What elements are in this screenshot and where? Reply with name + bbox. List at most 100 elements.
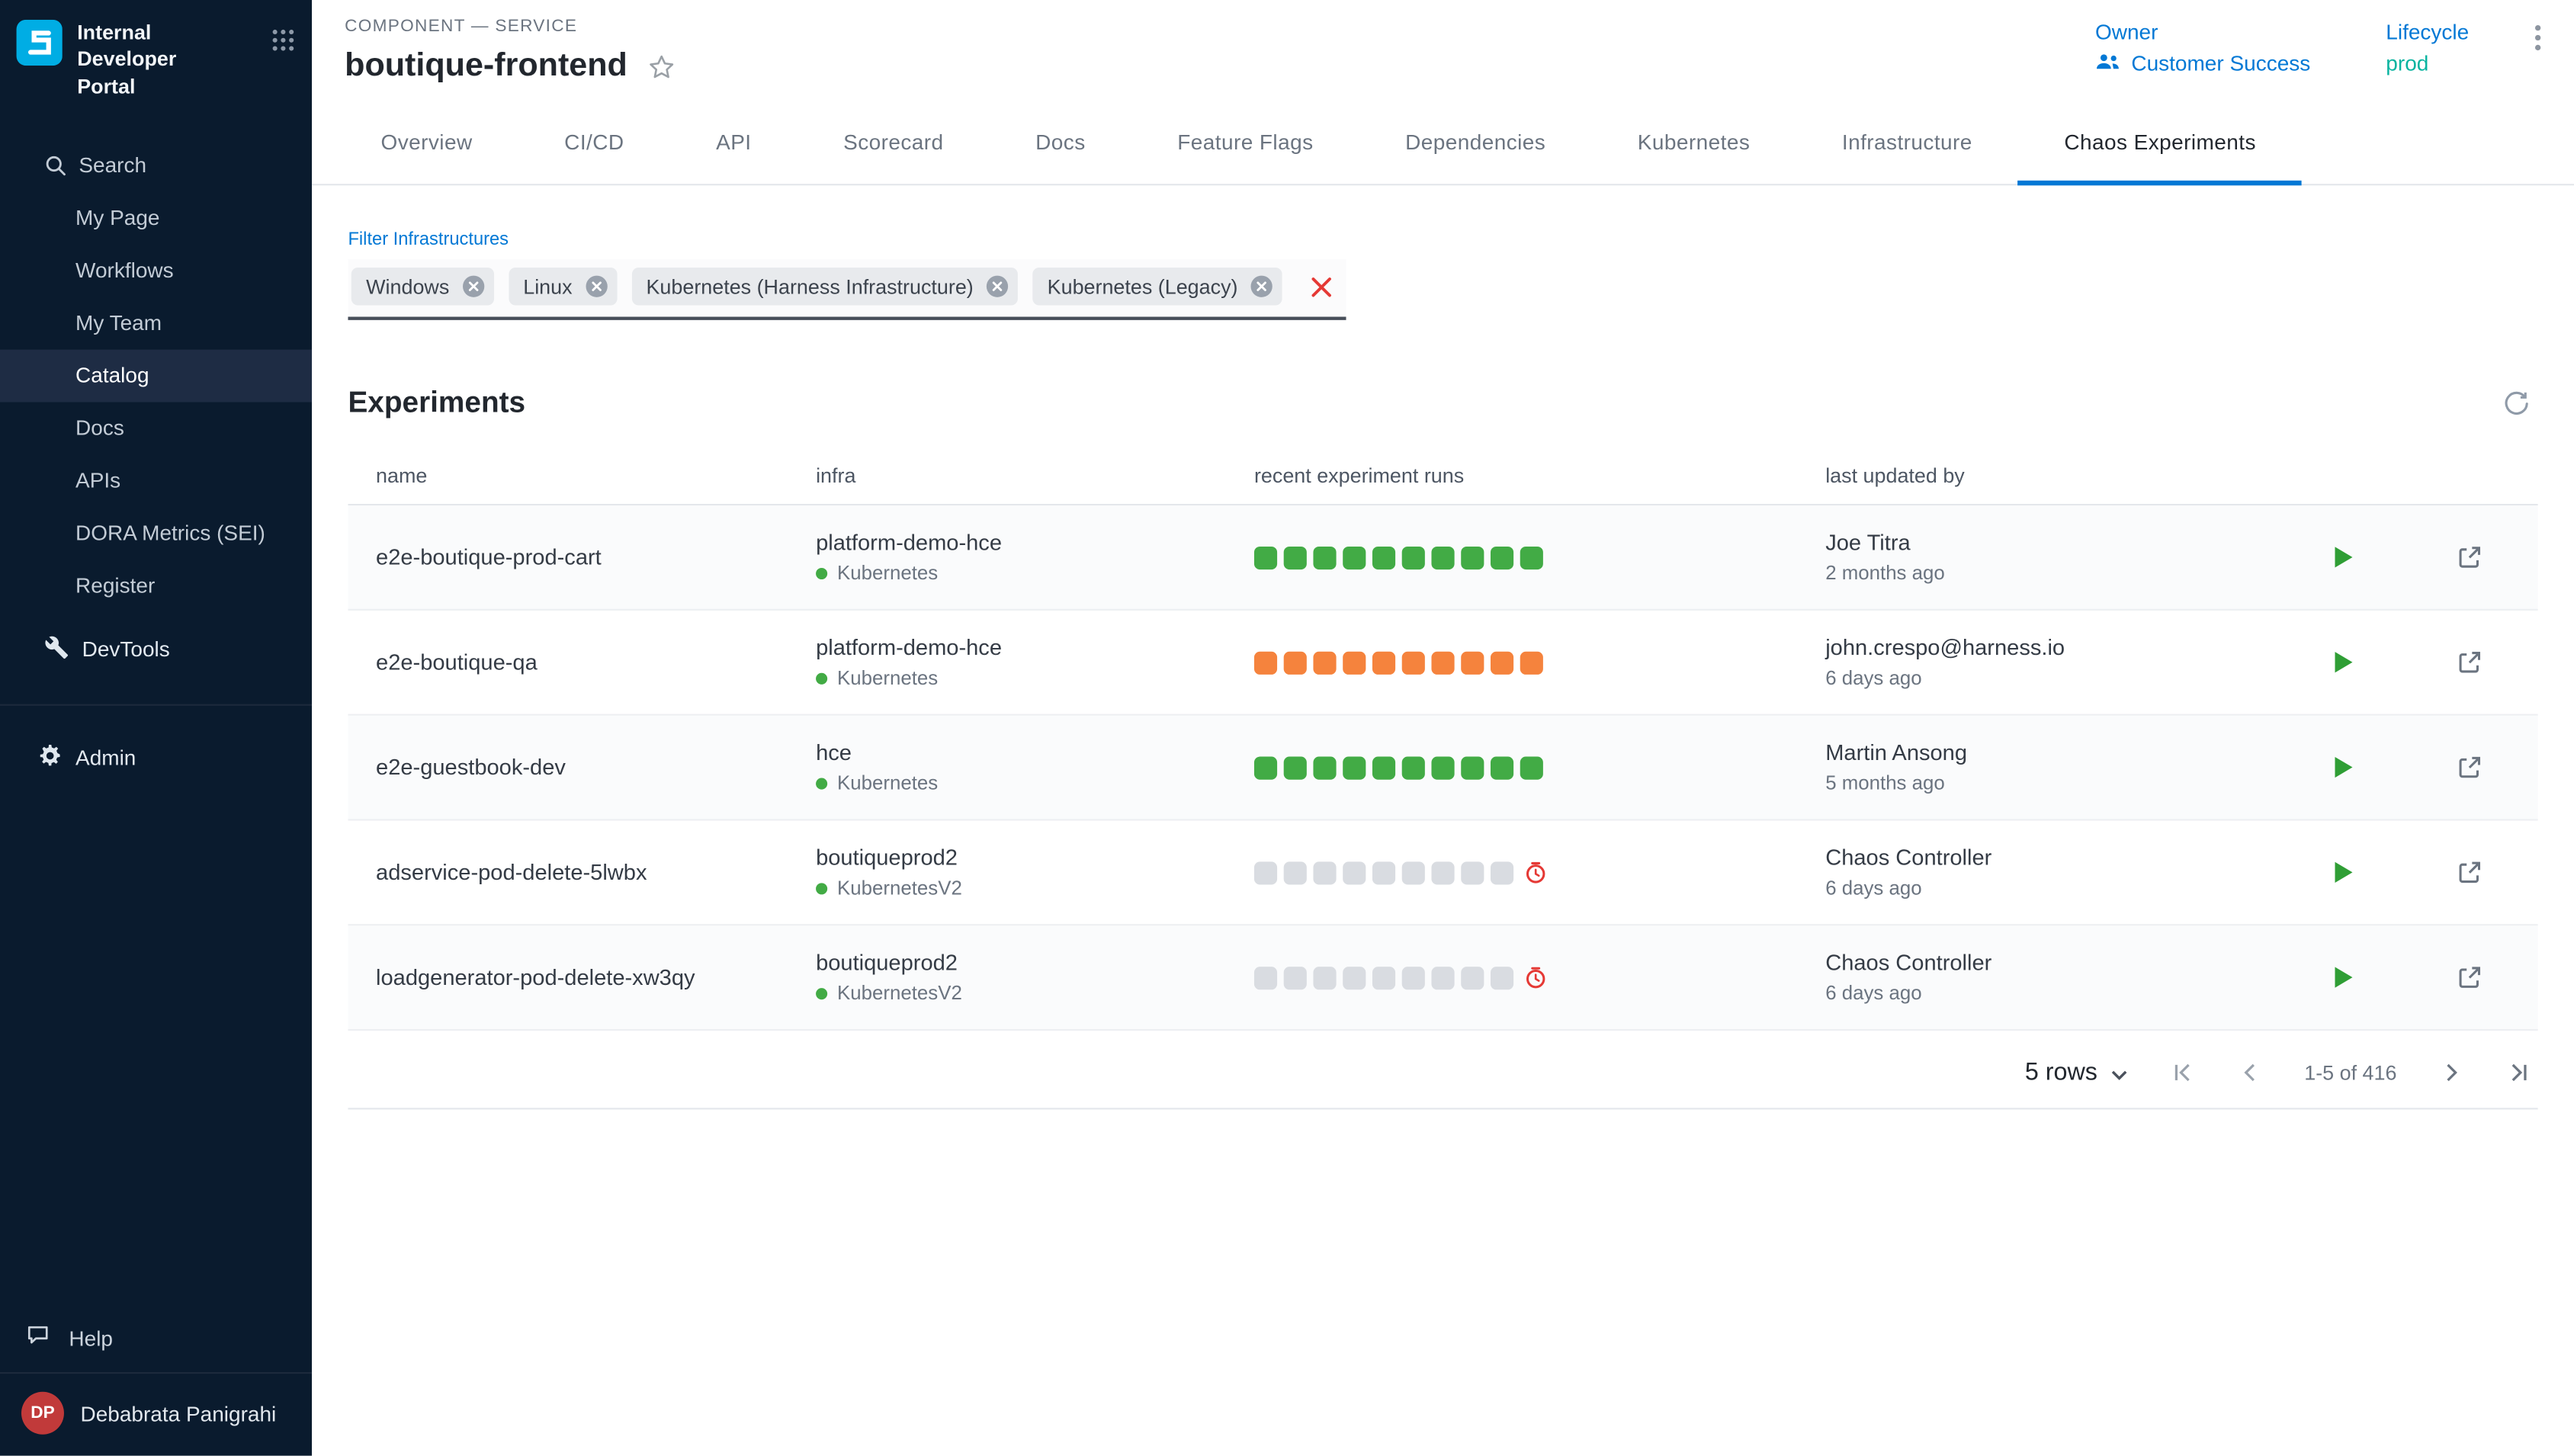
chip-label: Kubernetes (Legacy) [1048,275,1238,298]
updated-at: 2 months ago [1825,561,2322,584]
run-experiment-icon[interactable] [2332,545,2354,569]
updated-by-name: Martin Ansong [1825,740,2322,765]
first-page-icon[interactable] [2170,1060,2194,1085]
tab-kubernetes[interactable]: Kubernetes [1592,105,1796,185]
updated-by-name: Chaos Controller [1825,951,2322,975]
infra-status-dot [816,567,827,579]
tab-bar: Overview CI/CD API Scorecard Docs Featur… [312,105,2574,185]
sidebar-item-label: My Team [75,310,162,335]
kebab-menu-icon[interactable] [2534,24,2541,56]
infra-status-dot [816,987,827,999]
run-status-square [1520,546,1543,569]
sidebar-item-devtools[interactable]: DevTools [0,621,312,677]
tab-dependencies[interactable]: Dependencies [1359,105,1592,185]
clear-filters-icon[interactable] [1310,275,1333,298]
sidebar-item-admin[interactable]: Admin [0,732,312,784]
run-status-square [1491,966,1513,989]
run-status-square [1461,966,1484,989]
run-status-square [1461,861,1484,884]
gear-icon [38,743,63,773]
run-status-square [1491,755,1513,778]
entity-meta: Owner Customer Success Lifecycle prod [2095,20,2541,75]
people-icon [2095,51,2121,75]
table-row[interactable]: adservice-pod-delete-5lwbx boutiqueprod2… [348,821,2537,926]
experiment-name: e2e-boutique-qa [376,650,816,675]
next-page-icon[interactable] [2439,1060,2463,1085]
run-status-square [1491,861,1513,884]
filter-chip: Kubernetes (Harness Infrastructure) [631,268,1018,306]
updated-by-name: Joe Titra [1825,530,2322,554]
sidebar-header: Internal Developer Portal [0,0,312,113]
open-in-new-icon[interactable] [2456,544,2484,572]
rows-per-page-value: 5 rows [2025,1059,2097,1087]
sidebar-item-register[interactable]: Register [0,560,312,612]
run-status-square [1343,755,1366,778]
run-status-square [1431,966,1454,989]
updated-by-name: john.crespo@harness.io [1825,635,2322,659]
table-row[interactable]: e2e-boutique-prod-cart platform-demo-hce… [348,505,2537,611]
sidebar-item-apis[interactable]: APIs [0,454,312,507]
filter-chip: Linux [509,268,617,306]
updated-at: 6 days ago [1825,982,2322,1005]
run-status-square [1431,651,1454,674]
app-root: Internal Developer Portal Search My Page… [0,0,2574,1456]
chip-remove-icon[interactable] [584,274,608,299]
last-page-icon[interactable] [2507,1060,2531,1085]
run-experiment-icon[interactable] [2332,755,2354,779]
user-profile[interactable]: DP Debabrata Panigrahi [0,1372,312,1456]
run-status-square [1372,966,1395,989]
run-status-square [1461,755,1484,778]
refresh-icon[interactable] [2502,388,2531,418]
open-in-new-icon[interactable] [2456,753,2484,781]
chip-remove-icon[interactable] [1250,274,1274,299]
previous-page-icon[interactable] [2237,1060,2261,1085]
favorite-star-icon[interactable] [647,52,677,82]
table-row[interactable]: loadgenerator-pod-delete-xw3qy boutiquep… [348,925,2537,1031]
column-header-updated-by: last updated by [1825,463,2322,486]
table-row[interactable]: e2e-guestbook-dev hce Kubernetes Martin … [348,716,2537,821]
apps-grid-icon[interactable] [271,28,295,61]
user-name: Debabrata Panigrahi [80,1401,276,1426]
sidebar-item-catalog[interactable]: Catalog [0,349,312,402]
scheduled-run-icon [1523,965,1548,989]
run-experiment-icon[interactable] [2332,965,2354,989]
tab-overview[interactable]: Overview [335,105,518,185]
open-in-new-icon[interactable] [2456,648,2484,676]
chip-remove-icon[interactable] [985,274,1009,299]
tab-scorecard[interactable]: Scorecard [798,105,990,185]
run-status-square [1520,755,1543,778]
run-status-square [1431,755,1454,778]
owner-block: Owner Customer Success [2095,20,2310,75]
rows-per-page-select[interactable]: 5 rows [2025,1059,2127,1087]
tab-feature-flags[interactable]: Feature Flags [1131,105,1359,185]
updated-by-name: Chaos Controller [1825,845,2322,870]
tab-docs[interactable]: Docs [990,105,1131,185]
run-status-square [1402,651,1425,674]
sidebar-item-my-team[interactable]: My Team [0,297,312,349]
chip-remove-icon[interactable] [461,274,485,299]
open-in-new-icon[interactable] [2456,964,2484,992]
search-icon [43,154,67,177]
page-range: 1-5 of 416 [2304,1061,2396,1084]
run-experiment-icon[interactable] [2332,860,2354,884]
run-status-square [1343,546,1366,569]
run-experiment-icon[interactable] [2332,650,2354,675]
sidebar-item-workflows[interactable]: Workflows [0,244,312,297]
tab-api[interactable]: API [670,105,798,185]
tab-chaos-experiments[interactable]: Chaos Experiments [2018,105,2302,185]
open-in-new-icon[interactable] [2456,858,2484,887]
sidebar-item-label: Workflows [75,258,174,283]
table-row[interactable]: e2e-boutique-qa platform-demo-hce Kubern… [348,611,2537,716]
entity-header: COMPONENT — SERVICE boutique-frontend Ow… [312,0,2574,85]
help-button[interactable]: Help [0,1307,312,1372]
sidebar-item-search[interactable]: Search [0,139,312,191]
tab-infrastructure[interactable]: Infrastructure [1796,105,2019,185]
sidebar-item-dora-metrics[interactable]: DORA Metrics (SEI) [0,507,312,560]
tab-cicd[interactable]: CI/CD [518,105,670,185]
infra-name: boutiqueprod2 [816,951,1254,975]
sidebar-item-my-page[interactable]: My Page [0,191,312,244]
sidebar-item-docs[interactable]: Docs [0,402,312,454]
user-avatar: DP [21,1392,64,1435]
owner-link[interactable]: Customer Success [2095,51,2310,75]
infrastructure-filter-input[interactable]: Windows Linux Kubernetes (Harness Infras… [348,259,1346,320]
